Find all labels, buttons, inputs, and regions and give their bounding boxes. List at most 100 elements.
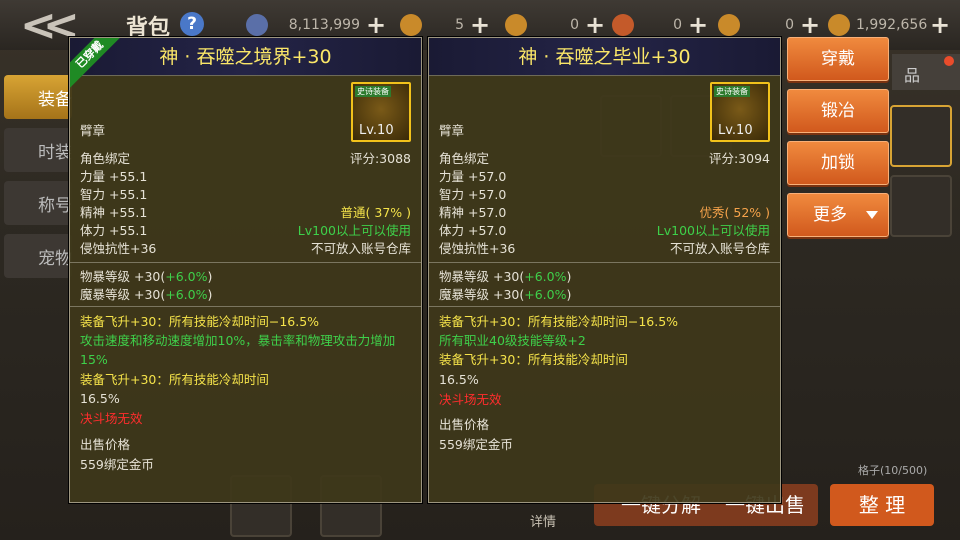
more-button[interactable]: 更多 bbox=[787, 193, 889, 237]
extra-stat-physical-crit: 物暴等级 +30(+6.0%) bbox=[80, 268, 212, 286]
inventory-slot[interactable] bbox=[890, 175, 952, 237]
item-quality: 优秀( 52% ) bbox=[699, 205, 770, 220]
currency-gold: 1,992,656 + bbox=[828, 13, 950, 37]
stat-strength: 力量 +57.0 bbox=[439, 169, 507, 184]
gold-token-icon bbox=[400, 14, 422, 36]
scroll-icon bbox=[505, 14, 527, 36]
item-name: 神 · 吞噬之毕业+30 bbox=[429, 38, 780, 76]
coin-icon bbox=[718, 14, 740, 36]
effect-line: 决斗场无效 bbox=[439, 392, 502, 407]
extra-stat-close: ) bbox=[207, 287, 213, 302]
equip-button[interactable]: 穿戴 bbox=[787, 37, 889, 81]
extra-stat-label: 魔暴等级 +30( bbox=[439, 287, 525, 302]
tab-pet[interactable]: 宠物 bbox=[4, 234, 72, 278]
sort-button[interactable]: 整 理 bbox=[830, 484, 934, 526]
item-score: 评分:3088 bbox=[349, 151, 411, 166]
extra-stat-close: ) bbox=[566, 287, 572, 302]
stat-spirit: 精神 +55.1 bbox=[80, 205, 148, 220]
effect-line: 所有职业40级技能等级+2 bbox=[439, 333, 586, 348]
divider bbox=[429, 306, 780, 307]
equipped-item-tooltip: 已穿戴 神 · 吞噬之境界+30 史诗装备 Lv.10 臂章 角色绑定 评分:3… bbox=[69, 37, 422, 503]
level-requirement: Lv100以上可以使用 bbox=[656, 223, 770, 238]
extra-stat-magic-crit: 魔暴等级 +30(+6.0%) bbox=[80, 286, 212, 304]
extra-stat-magic-crit: 魔暴等级 +30(+6.0%) bbox=[439, 286, 571, 304]
lock-button[interactable]: 加锁 bbox=[787, 141, 889, 185]
equipped-badge: 已穿戴 bbox=[70, 38, 124, 89]
tab-title[interactable]: 称号 bbox=[4, 181, 72, 225]
stat-intelligence: 智力 +55.1 bbox=[80, 187, 148, 202]
item-level-label: Lv.10 bbox=[718, 123, 753, 138]
stat-erosion-resist: 侵蚀抗性+36 bbox=[439, 241, 516, 256]
item-quality: 普通( 37% ) bbox=[340, 205, 411, 220]
storage-restriction: 不可放入账号仓库 bbox=[669, 241, 770, 256]
item-score: 评分:3094 bbox=[708, 151, 770, 166]
add-diamond-button[interactable]: + bbox=[366, 13, 386, 37]
detail-link[interactable]: 详情 bbox=[530, 511, 556, 530]
effect-line: 攻击速度和移动速度增加10%，暴击率和物理攻击力增加15% bbox=[80, 333, 396, 367]
currency-value: 0 bbox=[785, 17, 794, 33]
effect-line: 决斗场无效 bbox=[80, 411, 143, 426]
currency-value: 8,113,999 bbox=[288, 17, 360, 33]
extra-stat-label: 魔暴等级 +30( bbox=[80, 287, 166, 302]
item-level-label: Lv.10 bbox=[359, 123, 394, 138]
extra-stat-label: 物暴等级 +30( bbox=[439, 269, 525, 284]
divider bbox=[70, 262, 421, 263]
extra-stat-close: ) bbox=[207, 269, 213, 284]
add-gold-button[interactable]: + bbox=[930, 13, 950, 37]
extra-stat-bonus: +6.0% bbox=[524, 287, 567, 302]
stat-strength: 力量 +55.1 bbox=[80, 169, 148, 184]
effect-line: 装备飞升+30：所有技能冷却时间 bbox=[80, 372, 269, 387]
stat-intelligence: 智力 +57.0 bbox=[439, 187, 507, 202]
compare-item-tooltip: 神 · 吞噬之毕业+30 史诗装备 Lv.10 臂章 角色绑定 评分:3094 … bbox=[428, 37, 781, 503]
item-binding: 角色绑定 bbox=[80, 151, 131, 166]
sell-price-value: 559绑定金币 bbox=[439, 437, 513, 452]
tab-fashion[interactable]: 时装 bbox=[4, 128, 72, 172]
effect-line: 装备飞升+30：所有技能冷却时间 bbox=[439, 352, 628, 367]
inventory-slot[interactable] bbox=[890, 105, 952, 167]
stat-vitality: 体力 +57.0 bbox=[439, 223, 507, 238]
level-requirement: Lv100以上可以使用 bbox=[297, 223, 411, 238]
equipped-ribbon-wrap: 已穿戴 bbox=[70, 38, 124, 92]
extra-stat-bonus: +6.0% bbox=[165, 269, 208, 284]
item-grade-tag: 史诗装备 bbox=[714, 86, 750, 97]
add-coin-button[interactable]: + bbox=[800, 13, 820, 37]
help-icon[interactable]: ? bbox=[180, 12, 204, 36]
item-grade-tag: 史诗装备 bbox=[355, 86, 391, 97]
stat-erosion-resist: 侵蚀抗性+36 bbox=[80, 241, 157, 256]
extra-stat-close: ) bbox=[566, 269, 572, 284]
storage-restriction: 不可放入账号仓库 bbox=[310, 241, 411, 256]
effect-line: 装备飞升+30：所有技能冷却时间−16.5% bbox=[80, 314, 320, 329]
armband-icon: 史诗装备 Lv.10 bbox=[351, 82, 411, 142]
tab-equipment[interactable]: 装备 bbox=[4, 75, 72, 119]
add-token-button[interactable]: + bbox=[470, 13, 490, 37]
currency-value: 5 bbox=[455, 17, 464, 33]
divider bbox=[429, 262, 780, 263]
divider bbox=[70, 306, 421, 307]
stat-spirit: 精神 +57.0 bbox=[439, 205, 507, 220]
notification-dot-icon bbox=[944, 56, 954, 66]
more-button-label: 更多 bbox=[813, 205, 847, 225]
effect-line: 16.5% bbox=[80, 391, 120, 406]
currency-scroll-red: 0 + bbox=[612, 13, 708, 37]
item-slot: 臂章 bbox=[80, 123, 106, 138]
effect-line: 16.5% bbox=[439, 372, 479, 387]
chevron-down-icon bbox=[866, 211, 878, 219]
sell-price-label: 出售价格 bbox=[80, 437, 131, 452]
stat-vitality: 体力 +55.1 bbox=[80, 223, 148, 238]
item-binding: 角色绑定 bbox=[439, 151, 490, 166]
forge-button[interactable]: 锻冶 bbox=[787, 89, 889, 133]
scroll-red-icon bbox=[612, 14, 634, 36]
currency-value: 0 bbox=[673, 17, 682, 33]
item-slot: 臂章 bbox=[439, 123, 465, 138]
gold-bag-icon bbox=[828, 14, 850, 36]
diamond-icon bbox=[246, 14, 268, 36]
sell-price-value: 559绑定金币 bbox=[80, 457, 154, 472]
sword-armband-icon: 史诗装备 Lv.10 bbox=[710, 82, 770, 142]
extra-stat-bonus: +6.0% bbox=[524, 269, 567, 284]
add-scroll-red-button[interactable]: + bbox=[688, 13, 708, 37]
add-scroll-button[interactable]: + bbox=[585, 13, 605, 37]
currency-value: 1,992,656 bbox=[856, 17, 928, 33]
currency-coin: 0 + bbox=[718, 13, 820, 37]
currency-diamond: 8,113,999 + bbox=[246, 13, 386, 37]
effect-line: 装备飞升+30：所有技能冷却时间−16.5% bbox=[439, 314, 679, 329]
